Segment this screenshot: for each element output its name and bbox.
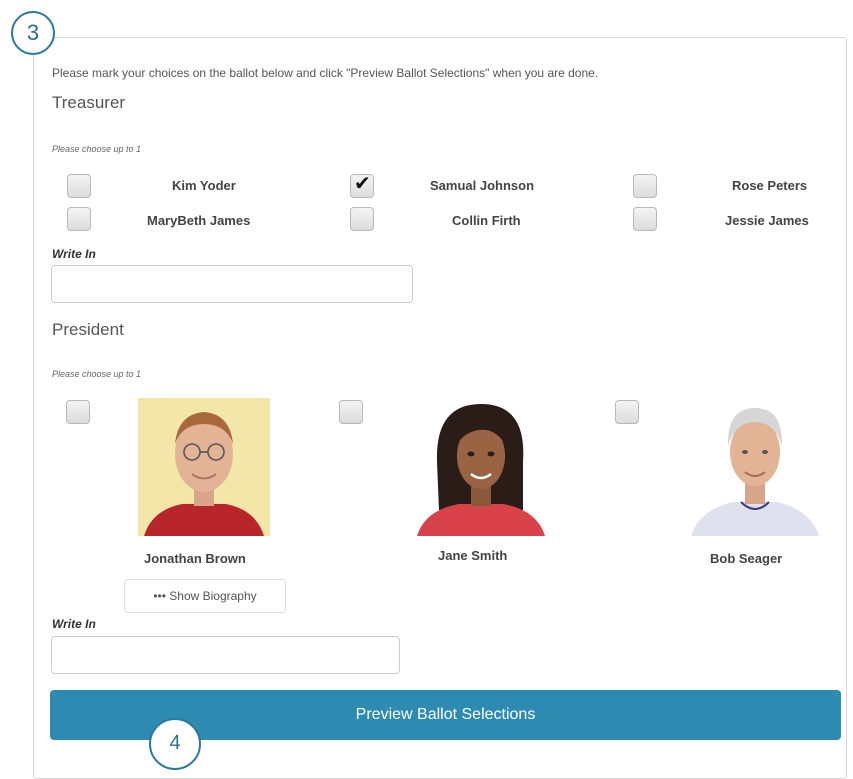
candidate-label-collin-firth: Collin Firth xyxy=(452,213,521,228)
step-marker-4: 4 xyxy=(149,718,201,770)
elderly-man-photo xyxy=(689,398,821,536)
candidate-label-rose-peters: Rose Peters xyxy=(732,178,808,193)
step-marker-3: 3 xyxy=(11,11,55,55)
checkbox-kim-yoder[interactable] xyxy=(67,174,91,198)
checkbox-marybeth-james[interactable] xyxy=(67,207,91,231)
president-write-in-label: Write In xyxy=(52,617,96,631)
ballot-instructions: Please mark your choices on the ballot b… xyxy=(52,66,599,80)
candidate-label-jonathan-brown: Jonathan Brown xyxy=(144,551,246,566)
president-write-in-input[interactable] xyxy=(51,636,400,674)
treasurer-write-in-input[interactable] xyxy=(51,265,413,303)
checkbox-bob-seager[interactable] xyxy=(615,400,639,424)
woman-photo xyxy=(415,398,547,536)
president-title: President xyxy=(52,320,124,339)
treasurer-title: Treasurer xyxy=(52,93,126,112)
treasurer-choose-note: Please choose up to 1 xyxy=(52,144,142,154)
candidate-label-jessie-james: Jessie James xyxy=(725,213,809,228)
checkbox-collin-firth[interactable] xyxy=(350,207,374,231)
man-glasses-photo xyxy=(138,398,270,536)
checkbox-jane-smith[interactable] xyxy=(339,400,363,424)
candidate-label-jane-smith: Jane Smith xyxy=(438,548,508,563)
candidate-label-bob-seager: Bob Seager xyxy=(710,551,783,566)
candidate-label-kim-yoder: Kim Yoder xyxy=(172,178,236,193)
treasurer-write-in-label: Write In xyxy=(52,247,96,261)
checkmark-icon: ✔ xyxy=(354,173,371,195)
checkbox-jonathan-brown[interactable] xyxy=(66,400,90,424)
checkbox-samual-johnson[interactable]: ✔ xyxy=(350,173,374,198)
show-biography-button[interactable]: ••• Show Biography xyxy=(124,579,286,613)
candidate-label-marybeth-james: MaryBeth James xyxy=(147,213,251,228)
candidate-label-samual-johnson: Samual Johnson xyxy=(430,178,535,193)
checkbox-jessie-james[interactable] xyxy=(633,207,657,231)
president-choose-note: Please choose up to 1 xyxy=(52,369,142,379)
checkbox-rose-peters[interactable] xyxy=(633,174,657,198)
